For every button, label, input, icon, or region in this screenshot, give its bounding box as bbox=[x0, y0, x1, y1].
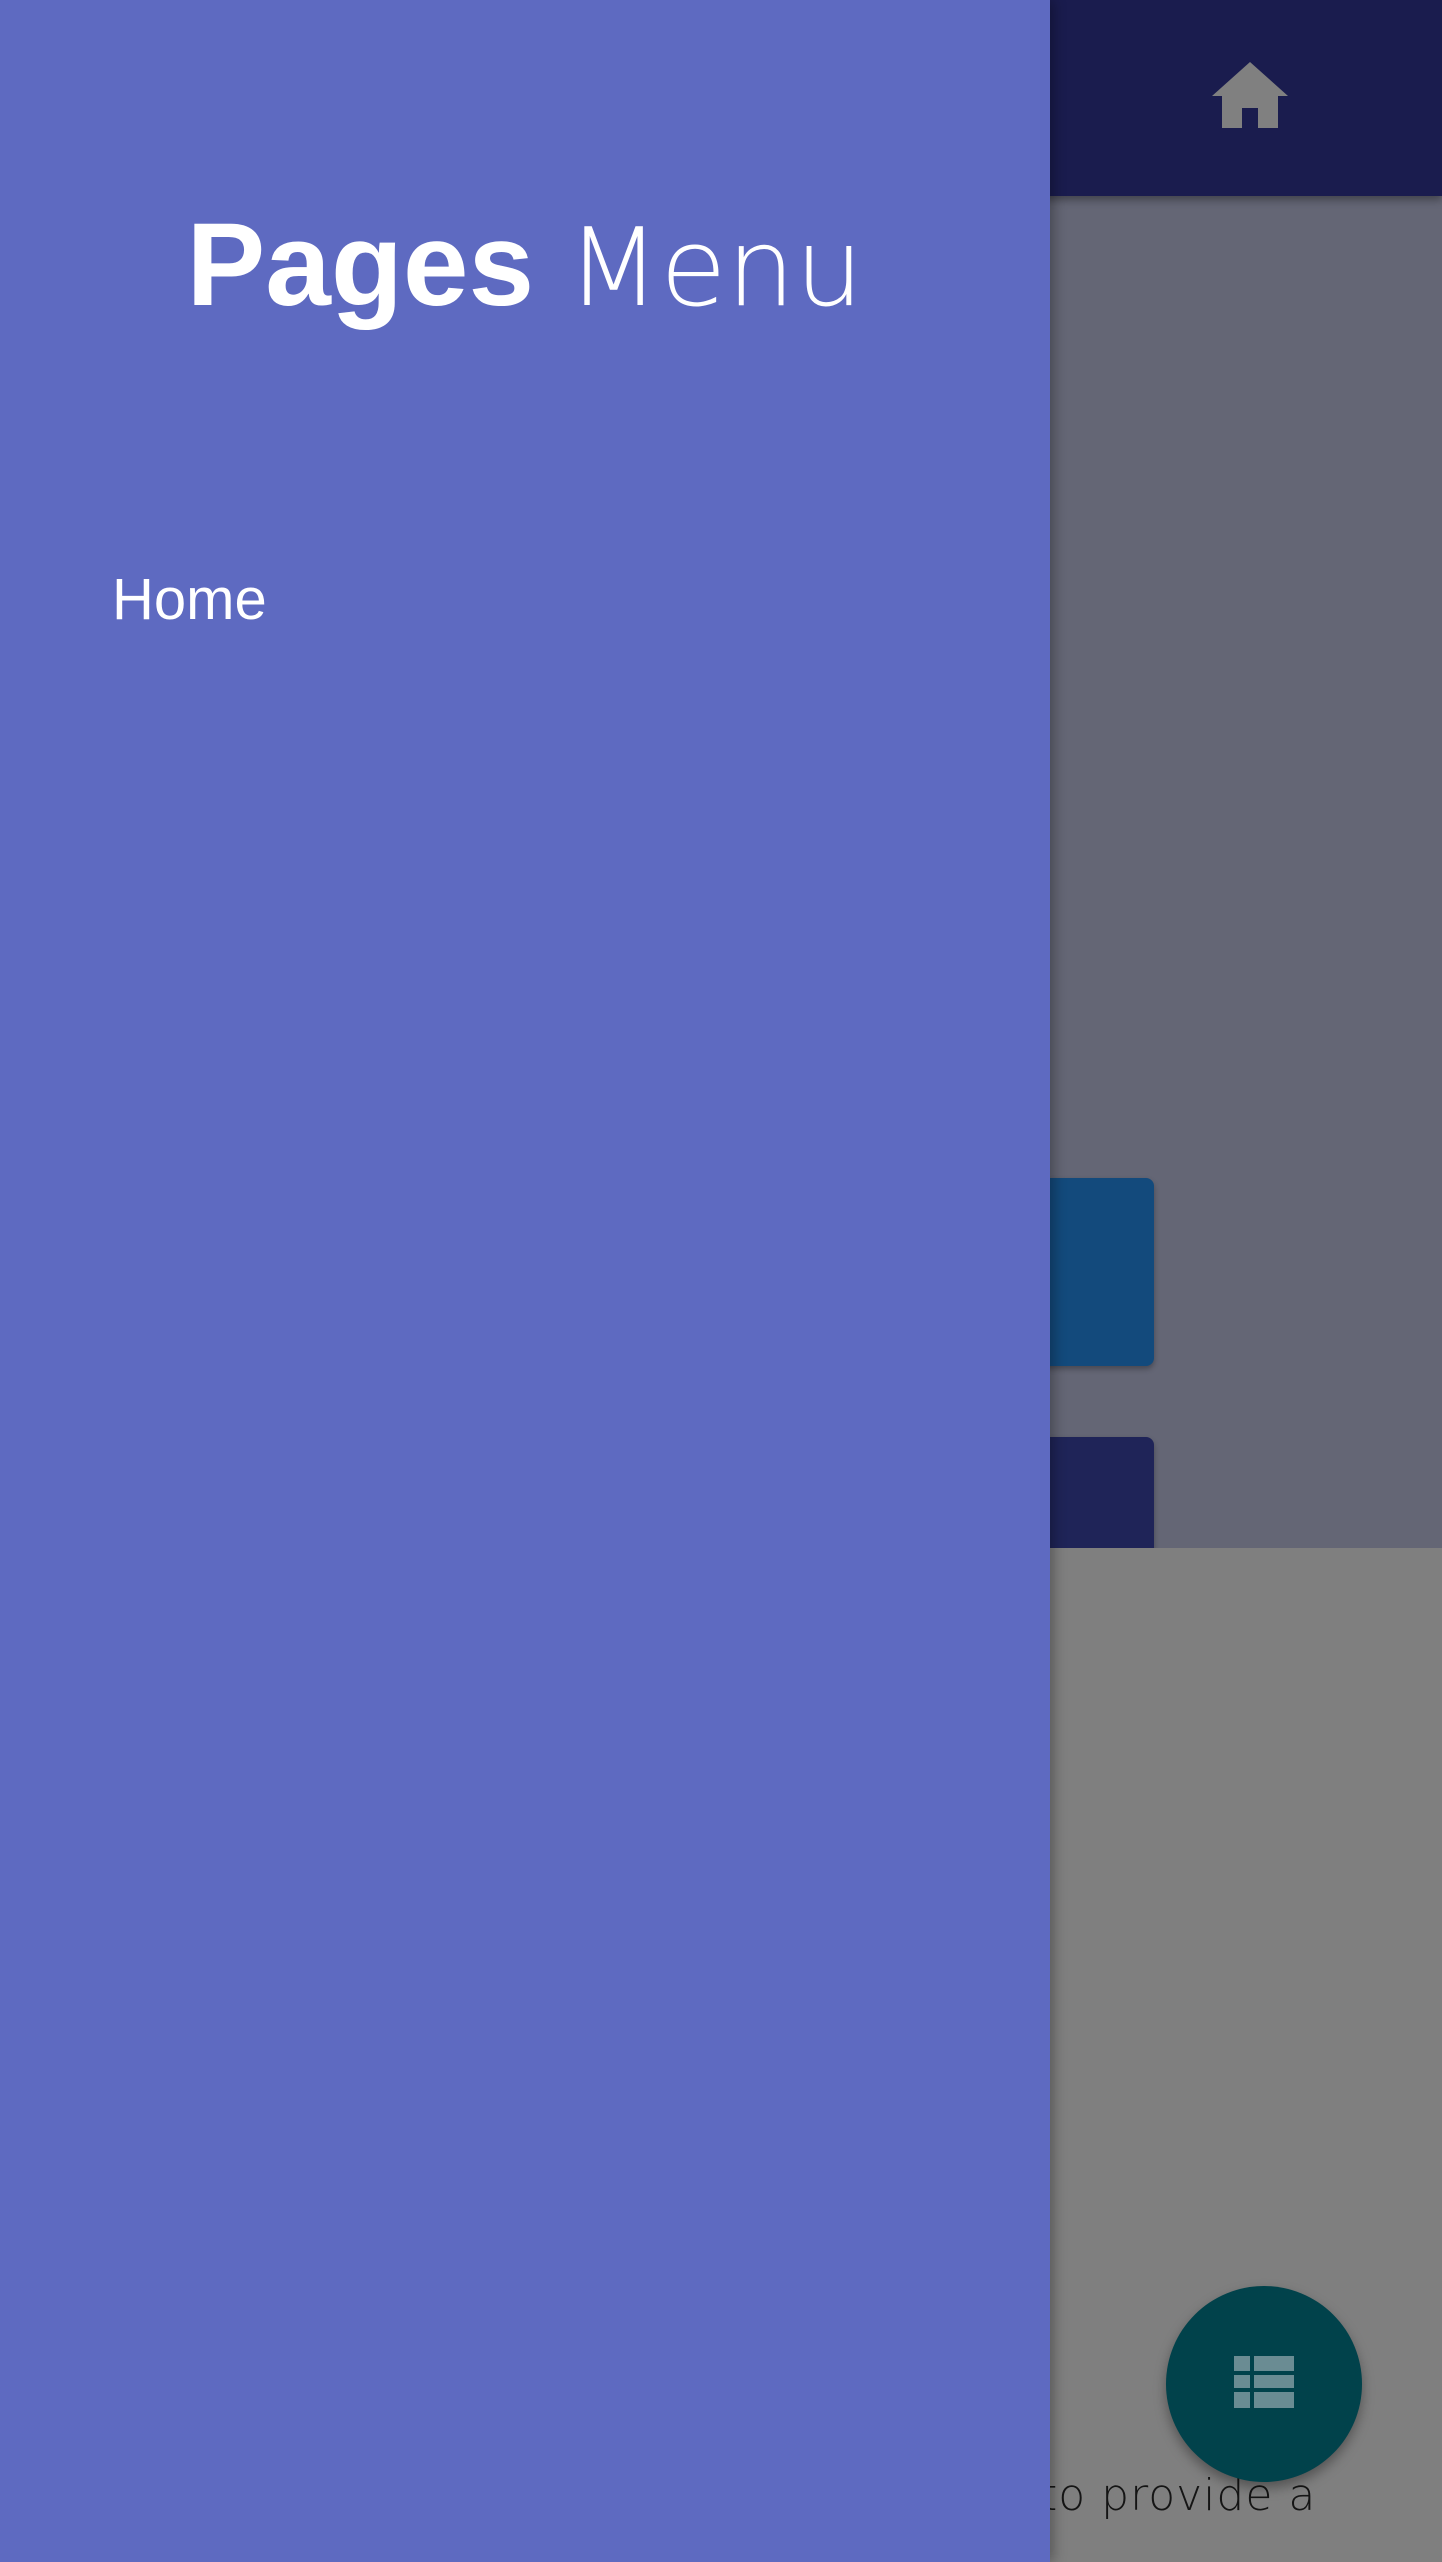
navigation-drawer: Pages Menu Home bbox=[0, 0, 1050, 2562]
home-icon[interactable] bbox=[1212, 62, 1288, 128]
list-icon bbox=[1234, 2356, 1294, 2408]
drawer-item-home[interactable]: Home bbox=[112, 560, 812, 640]
drawer-title: Pages Menu bbox=[0, 200, 1050, 334]
fab-button[interactable] bbox=[1166, 2286, 1362, 2482]
drawer-title-light: Menu bbox=[566, 206, 864, 331]
drawer-title-bold: Pages bbox=[186, 199, 535, 331]
